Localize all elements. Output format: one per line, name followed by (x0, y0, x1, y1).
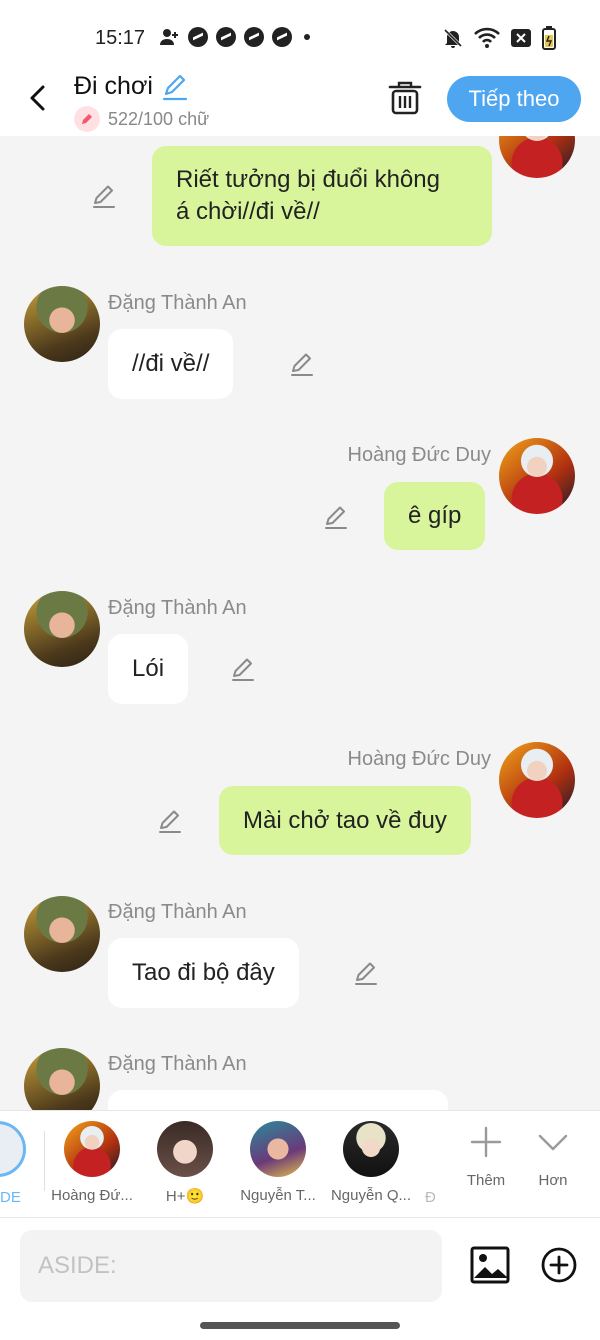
message-text: Tao đi bộ đây (132, 959, 275, 986)
character-counter: 522/100 chữ (74, 106, 209, 132)
message-bubble[interactable]: Lói (108, 634, 189, 704)
expand-label: Hơn (538, 1172, 568, 1189)
friend-name: Hoàng Đứ... (51, 1187, 133, 1204)
sender-name: Đặng Thành An (108, 292, 247, 314)
more-label: Thêm (466, 1172, 506, 1189)
aside-input[interactable] (20, 1230, 442, 1302)
messenger-icon (216, 27, 236, 47)
edit-message-icon[interactable] (229, 655, 257, 683)
avatar (499, 742, 575, 818)
edit-title-icon[interactable] (160, 72, 190, 102)
friend-item[interactable]: Nguyễn T... (230, 1121, 326, 1204)
plus-icon (470, 1126, 502, 1158)
edit-message-icon[interactable] (156, 807, 184, 835)
avatar (499, 438, 575, 514)
aside-avatar[interactable] (0, 1121, 26, 1177)
message-text: Lói (132, 655, 165, 682)
message-bubble[interactable] (108, 1090, 448, 1110)
friend-item[interactable]: Hoàng Đứ... (44, 1121, 140, 1204)
message-text: //đi về// (132, 350, 210, 377)
next-button[interactable]: Tiếp theo (447, 76, 581, 122)
message-bubble[interactable]: ê gíp (384, 482, 486, 550)
dot-icon (304, 34, 310, 40)
sender-name: Hoàng Đức Duy (347, 444, 491, 466)
message-text: Mài chở tao về đuy (243, 806, 447, 834)
messenger-icon (272, 27, 292, 47)
chevron-down-icon (538, 1134, 568, 1151)
edit-message-icon[interactable] (322, 503, 350, 531)
avatar (24, 1048, 100, 1110)
message-bubble[interactable]: Riết tưởng bị đuổi không á chời//đi về// (152, 146, 492, 246)
messenger-icon (244, 27, 264, 47)
friend-item[interactable]: H+🙂 (137, 1121, 233, 1205)
pencil-icon (74, 106, 100, 132)
status-bar: 15:17 (0, 0, 600, 70)
back-icon[interactable] (22, 82, 54, 114)
edit-message-icon[interactable] (288, 350, 316, 378)
edit-message-icon[interactable] (352, 959, 380, 987)
home-indicator (200, 1322, 400, 1329)
friend-name: Nguyễn Q... (330, 1187, 412, 1204)
aside-label: DE (0, 1189, 21, 1206)
avatar (24, 286, 100, 362)
battery-icon (542, 26, 556, 50)
messenger-icon (188, 27, 208, 47)
edit-message-icon[interactable] (90, 182, 118, 210)
sender-name: Đặng Thành An (108, 901, 247, 923)
bell-off-icon (443, 28, 463, 48)
system-icons (442, 26, 556, 50)
close-box-icon (511, 29, 531, 47)
trash-icon[interactable] (388, 80, 422, 116)
image-icon[interactable] (470, 1246, 510, 1284)
friend-name-partial: Đ (425, 1189, 436, 1206)
wifi-icon (474, 27, 500, 48)
mention-friend-strip[interactable]: DE Hoàng Đứ... H+🙂 Nguyễn T... Nguyễn Q.… (0, 1110, 600, 1218)
editor-header: Đi chơi 522/100 chữ Tiếp theo (0, 70, 600, 136)
avatar (24, 896, 100, 972)
counter-text: 522/100 chữ (108, 108, 210, 129)
message-bubble[interactable]: Mài chở tao về đuy (219, 786, 471, 855)
avatar (250, 1121, 306, 1177)
avatar (24, 591, 100, 667)
avatar (157, 1121, 213, 1177)
avatar (343, 1121, 399, 1177)
message-bubble[interactable]: //đi về// (108, 329, 234, 399)
sender-name: Đặng Thành An (108, 1053, 247, 1075)
message-text: ê gíp (408, 502, 462, 529)
notification-icons (158, 26, 310, 48)
message-text-line: Riết tưởng bị đuổi không (176, 166, 440, 193)
friend-name: Nguyễn T... (240, 1187, 316, 1204)
avatar (64, 1121, 120, 1177)
message-text-line: á chời//đi về// (176, 198, 320, 225)
add-circle-icon[interactable] (541, 1247, 577, 1283)
avatar (499, 136, 575, 178)
page-title: Đi chơi (74, 72, 153, 100)
more-button[interactable]: Thêm (456, 1125, 516, 1189)
chat-area[interactable]: Riết tưởng bị đuổi không á chời//đi về//… (0, 136, 600, 1110)
expand-button[interactable]: Hơn (523, 1125, 583, 1189)
friend-item[interactable]: Nguyễn Q... (323, 1121, 419, 1204)
friend-name: H+🙂 (165, 1188, 205, 1205)
sender-name: Hoàng Đức Duy (347, 748, 491, 770)
person-add-icon (160, 29, 178, 45)
message-bubble[interactable]: Tao đi bộ đây (108, 938, 299, 1008)
sender-name: Đặng Thành An (108, 597, 247, 619)
status-time: 15:17 (95, 27, 146, 49)
